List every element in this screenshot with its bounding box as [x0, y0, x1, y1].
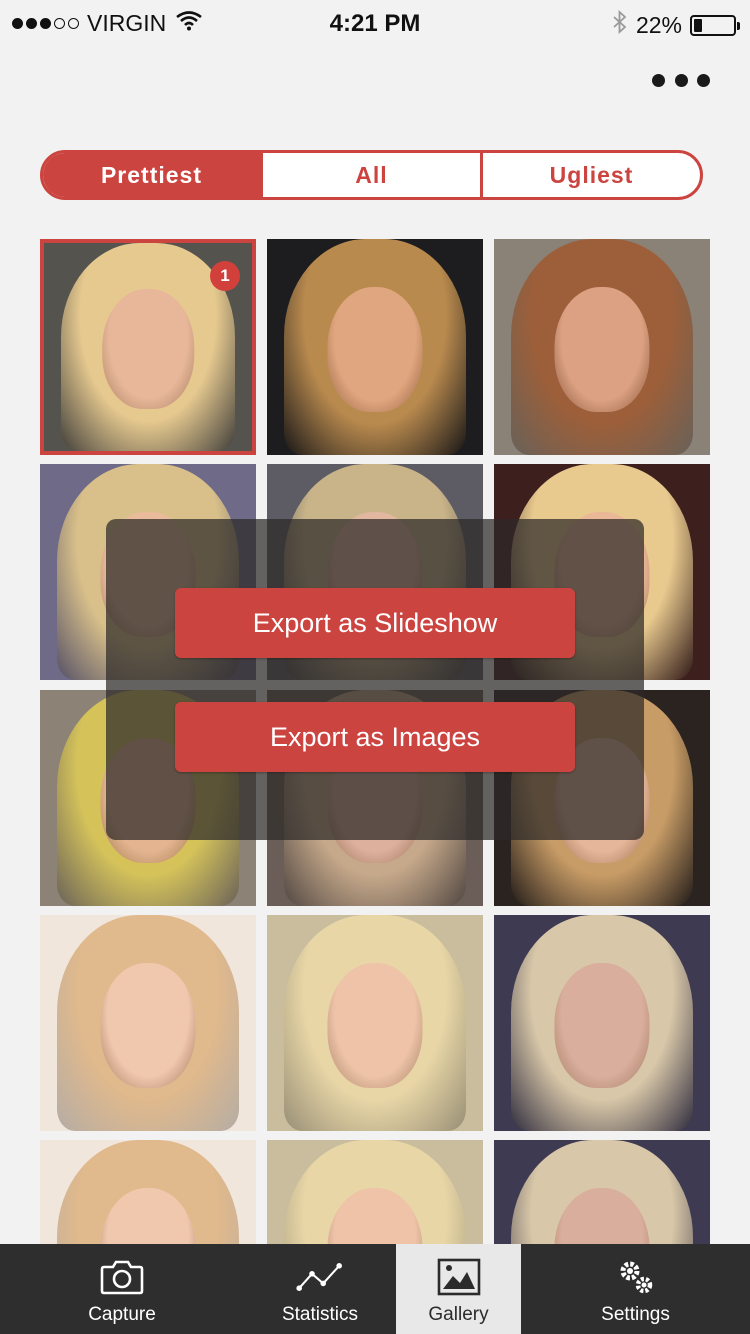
more-dot-icon: [652, 73, 665, 87]
tab-label: Statistics: [281, 1304, 359, 1325]
line-chart-icon: [296, 1256, 344, 1298]
more-dot-icon: [697, 73, 710, 87]
photo-face: [554, 286, 650, 412]
photo-tile[interactable]: [494, 1140, 710, 1244]
photo-face: [554, 962, 650, 1088]
tab-bar: Capture Statistics Gallery Settings: [0, 1244, 750, 1334]
tab-gallery[interactable]: Gallery: [396, 1244, 521, 1334]
photo-face: [327, 286, 423, 412]
export-menu-panel: [106, 519, 644, 840]
segment-all[interactable]: All: [260, 153, 480, 197]
bluetooth-icon: [612, 9, 628, 40]
photo-face: [102, 288, 194, 410]
photo-tile[interactable]: [267, 239, 483, 455]
photo-tile-selected[interactable]: 1: [40, 239, 256, 455]
photo-face: [327, 962, 423, 1088]
battery-icon: [690, 14, 740, 36]
tab-label: Capture: [88, 1304, 156, 1325]
photo-face: [100, 962, 196, 1088]
status-right: 22%: [612, 9, 740, 40]
segment-ugliest[interactable]: Ugliest: [480, 153, 700, 197]
segment-prettiest[interactable]: Prettiest: [43, 153, 260, 197]
rank-badge: 1: [210, 261, 240, 291]
status-bar: VIRGIN 4:21 PM 22%: [0, 0, 750, 46]
tab-label: Gallery: [428, 1304, 489, 1325]
camera-icon: [98, 1256, 146, 1298]
gears-icon: [612, 1256, 660, 1298]
export-images-button[interactable]: Export as Images: [175, 702, 575, 772]
more-options-button[interactable]: [648, 66, 714, 94]
battery-level: [694, 18, 703, 32]
export-slideshow-button[interactable]: Export as Slideshow: [175, 588, 575, 658]
photo-tile[interactable]: [494, 915, 710, 1131]
tab-settings[interactable]: Settings: [521, 1244, 750, 1334]
image-icon: [435, 1256, 483, 1298]
battery-percentage: 22%: [635, 11, 682, 38]
photo-tile[interactable]: [40, 915, 256, 1131]
photo-tile[interactable]: [40, 1140, 256, 1244]
tab-statistics[interactable]: Statistics: [244, 1244, 396, 1334]
photo-tile[interactable]: [267, 1140, 483, 1244]
more-dot-icon: [674, 73, 688, 87]
filter-segmented-control: Prettiest All Ugliest: [40, 150, 703, 200]
tab-capture[interactable]: Capture: [0, 1244, 244, 1334]
tab-label: Settings: [601, 1304, 670, 1325]
photo-tile[interactable]: [494, 239, 710, 455]
photo-tile[interactable]: [267, 915, 483, 1131]
